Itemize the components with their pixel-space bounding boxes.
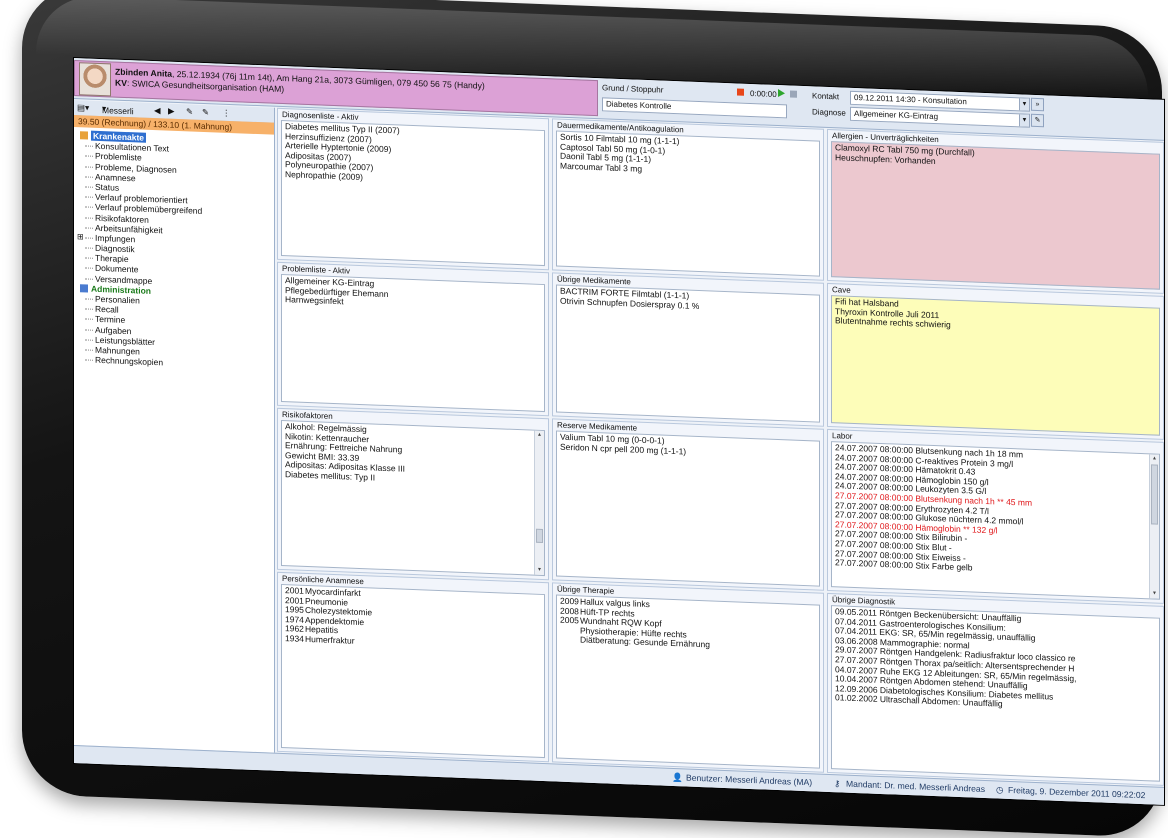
kontakt-value: 09.12.2011 14:30 - Konsultation: [854, 92, 967, 107]
kontakt-label: Kontakt: [812, 91, 840, 102]
forward-icon[interactable]: ▶: [168, 106, 175, 117]
panel-content[interactable]: BACTRIM FORTE Filmtabl (1-1-1) Otrivin Sc…: [556, 284, 820, 423]
panel-content[interactable]: Sortis 10 Filmtabl 10 mg (1-1-1) Captosol…: [556, 130, 820, 277]
pause-icon[interactable]: [790, 90, 797, 98]
scroll-down-icon[interactable]: ▼: [1150, 589, 1159, 598]
panel-content[interactable]: Clamoxyl RC Tabl 750 mg (Durchfall) Heusc…: [831, 141, 1160, 290]
panel-content[interactable]: 2001Myocardinfarkt 2001Pneumonie 1995Chole…: [281, 583, 545, 759]
panel-anamnese: Persönliche Anamnese 2001Myocardinfarkt 20…: [277, 571, 549, 763]
panel-title: Risikofaktoren: [282, 409, 333, 421]
panel-content[interactable]: Allgemeiner KG-Eintrag Pflegebedürftiger …: [281, 273, 545, 413]
sidebar: ▤▾ Messerli ▾ ◀ ▶ ✎ ✎ ⋮ 39.50 (Rechnung)…: [74, 100, 275, 753]
status-mandant: Mandant: Dr. med. Messerli Andreas: [846, 778, 985, 794]
navigation-tree: Krankenakte Konsultationen Text Problemlis…: [77, 130, 202, 369]
menu-icon[interactable]: ▤▾: [77, 102, 89, 113]
collapse-icon[interactable]: ⋮: [222, 108, 231, 119]
stop-icon[interactable]: [737, 88, 744, 96]
scroll-thumb[interactable]: [1151, 464, 1158, 525]
scrollbar[interactable]: ▲ ▼: [534, 430, 544, 576]
panel-probleme: Problemliste - Aktiv Allgemeiner KG-Eintr…: [277, 261, 549, 417]
sidebar-item-label: Recall: [95, 303, 119, 315]
panel-content[interactable]: Fifi hat Halsband Thyroxin Kontrolle Juli…: [831, 295, 1160, 436]
year: [560, 632, 580, 633]
diagnose-edit-icon[interactable]: ✎: [1031, 113, 1044, 128]
panel-dauermedi: Dauermedikamente/Antikoagulation Sortis 1…: [552, 118, 824, 281]
scroll-down-icon[interactable]: ▼: [535, 566, 544, 575]
admin-icon: [80, 284, 88, 293]
panel-title: Labor: [832, 431, 853, 441]
status-user: Benutzer: Messerli Andreas (MA): [686, 772, 813, 788]
key-icon: ⚷: [834, 778, 841, 789]
year: [560, 642, 580, 643]
panel-reserve: Reserve Medikamente Valium Tabl 10 mg (0-…: [552, 418, 824, 591]
clock-icon: ◷: [996, 784, 1004, 795]
scrollbar[interactable]: ▲ ▼: [1149, 454, 1159, 599]
panel-content[interactable]: 09.05.2011 Röntgen Beckenübersicht: Unau…: [831, 605, 1160, 782]
panel-content[interactable]: 2009Hallux valgus links 2008Hüft-TP recht…: [556, 594, 820, 769]
year: 2005: [560, 614, 579, 626]
panel-content[interactable]: Alkohol: Regelmässig Nikotin: Kettenrauch…: [281, 419, 545, 577]
panel-content[interactable]: Valium Tabl 10 mg (0-0-0-1) Seridon N cpr…: [556, 430, 820, 587]
panel-therapie: Übrige Therapie 2009Hallux valgus links 20…: [552, 582, 824, 773]
status-date: Freitag, 9. Dezember 2011 09:22:02: [1008, 784, 1146, 801]
expand-icon[interactable]: ⊞: [77, 232, 84, 242]
tool-icon[interactable]: ✎: [186, 106, 193, 117]
diagnose-label: Diagnose: [812, 107, 846, 118]
panel-title: Cave: [832, 285, 851, 295]
contact-edit-icon[interactable]: »: [1031, 97, 1044, 112]
scroll-thumb[interactable]: [536, 528, 543, 544]
panel-content[interactable]: 24.07.2007 08:00:00 Blutsenkung nach 1h …: [831, 441, 1160, 600]
patient-avatar: [79, 62, 111, 97]
user-label: Messerli: [102, 105, 134, 117]
folder-icon: [80, 131, 88, 140]
year: 1934: [285, 633, 304, 644]
scroll-up-icon[interactable]: ▲: [535, 431, 544, 440]
sidebar-item-label: Rechnungskopien: [95, 354, 164, 368]
panel-risiko: Risikofaktoren Alkohol: Regelmässig Nikoti…: [277, 407, 549, 581]
chevron-down-icon: ▼: [1019, 114, 1029, 127]
panel-content[interactable]: Diabetes mellitus Typ II (2007) Herzinsuf…: [281, 119, 545, 267]
panel-cave: Cave Fifi hat Halsband Thyroxin Kontrolle …: [827, 282, 1164, 440]
screen: Zbinden Anita, 25.12.1934 (76j 11m 14t),…: [74, 58, 1164, 805]
timer-display: 0:00:00: [750, 88, 777, 99]
sidebar-item-label: Status: [95, 181, 120, 193]
back-icon[interactable]: ◀: [154, 105, 161, 116]
entry-text: Humerfraktur: [305, 633, 355, 646]
grund-label: Grund / Stoppuhr: [602, 83, 664, 95]
user-icon: 👤: [672, 771, 683, 783]
panel-diagnosen: Diagnosenliste - Aktiv Diabetes mellitus …: [277, 107, 549, 271]
grund-input[interactable]: Diabetes Kontrolle: [602, 97, 787, 119]
diagnose-value: Allgemeiner KG-Eintrag: [854, 108, 939, 122]
panel-uebrige_medi: Übrige Medikamente BACTRIM FORTE Filmtabl…: [552, 272, 824, 427]
kv-label: KV: [115, 77, 127, 89]
user-dropdown[interactable]: Messerli ▾: [102, 103, 134, 116]
panel-labor: Labor 24.07.2007 08:00:00 Blutsenkung nac…: [827, 428, 1164, 604]
scroll-up-icon[interactable]: ▲: [1150, 454, 1159, 463]
chevron-down-icon: ▼: [1019, 98, 1029, 111]
panel-allergien: Allergien - Unverträglichkeiten Clamoxyl …: [827, 128, 1164, 294]
play-icon[interactable]: [778, 89, 785, 98]
tool2-icon[interactable]: ✎: [202, 107, 209, 118]
panel-diagnostik: Übrige Diagnostik 09.05.2011 Röntgen Beck…: [827, 592, 1164, 786]
